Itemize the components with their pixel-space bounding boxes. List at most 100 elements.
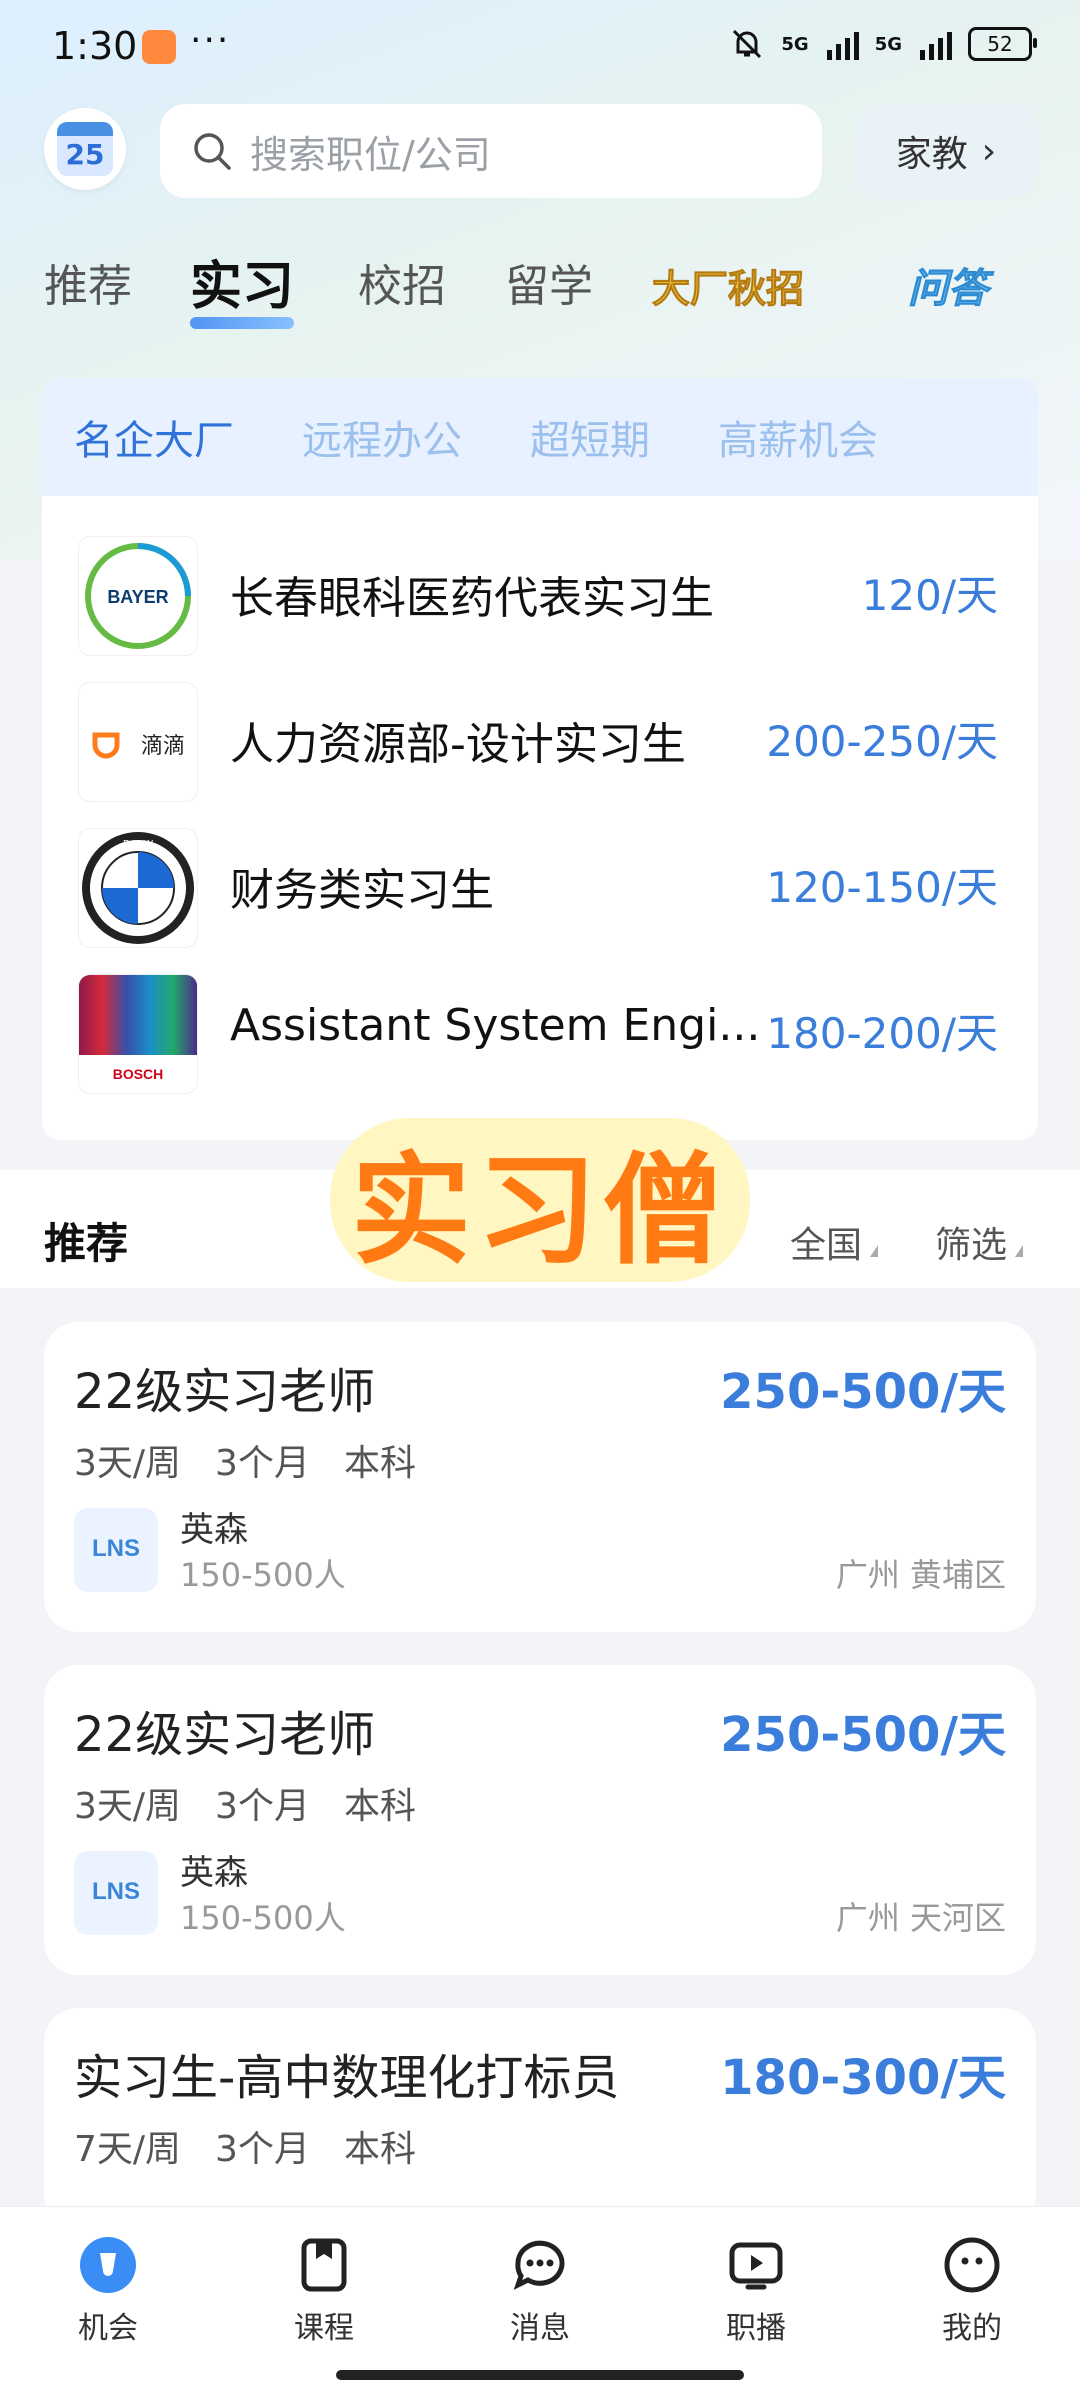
featured-title: Assistant System Engi...: [230, 1000, 761, 1051]
company-size: 150-500人: [180, 1556, 346, 1594]
nav-profile[interactable]: 我的: [902, 2235, 1042, 2347]
company-logo: LNS: [74, 1508, 158, 1592]
featured-pay: 120-150/天: [766, 863, 998, 912]
featured-row[interactable]: B M W 财务类实习生 120-150/天: [42, 810, 1038, 950]
nav-label: 消息: [510, 2311, 570, 2346]
featured-pay: 180-200/天: [766, 1009, 998, 1058]
featured-pay: 200-250/天: [766, 717, 998, 766]
tab-internship[interactable]: 实习: [190, 244, 295, 329]
job-card[interactable]: 22级实习老师 250-500/天 3天/周 3个月 本科 LNS 英森 150…: [44, 1665, 1036, 1975]
dropdown-triangle-icon: [1015, 1245, 1024, 1257]
nav-live[interactable]: 职播: [686, 2235, 826, 2347]
subtab-remote[interactable]: 远程办公: [302, 408, 462, 466]
company-name: 英森: [180, 1510, 248, 1550]
nav-course[interactable]: 课程: [254, 2235, 394, 2347]
job-tags: 3天/周 3个月 本科: [74, 1434, 416, 1486]
didi-logo-text: 滴滴: [141, 734, 185, 759]
job-tag: 3天/周: [74, 1786, 182, 1827]
battery-icon: 52: [968, 27, 1037, 61]
recommend-title: 推荐: [44, 1219, 129, 1268]
status-bar: 1:30 ··· 5G 5G 52: [0, 0, 1080, 100]
job-title: 22级实习老师: [74, 1707, 376, 1763]
tab-campus[interactable]: 校招: [358, 250, 446, 314]
opportunity-icon: [78, 2235, 138, 2295]
nav-label: 职播: [726, 2311, 786, 2346]
featured-title: 财务类实习生: [230, 865, 494, 916]
nav-label: 机会: [78, 2311, 138, 2346]
job-tag: 3个月: [215, 2129, 310, 2170]
bayer-logo-text: BAYER: [107, 587, 168, 607]
job-pay: 180-300/天: [720, 2050, 1006, 2106]
search-placeholder: 搜索职位/公司: [250, 132, 491, 177]
featured-title: 人力资源部-设计实习生: [230, 719, 686, 770]
status-time: 1:30: [52, 24, 138, 68]
signal-icon-1: [826, 28, 859, 60]
tutor-button[interactable]: 家教 ›: [856, 104, 1036, 198]
tab-autumn-recruit[interactable]: 大厂秋招: [651, 258, 804, 313]
calendar-day: 25: [65, 138, 105, 171]
message-icon: [510, 2235, 570, 2295]
live-icon: [726, 2235, 786, 2295]
status-icons: 5G 5G 52: [729, 26, 1037, 62]
region-filter[interactable]: 全国: [790, 1216, 879, 1268]
subtab-short-term[interactable]: 超短期: [530, 408, 650, 466]
mute-bell-icon: [729, 26, 765, 62]
job-tags: 7天/周 3个月 本科: [74, 2120, 416, 2172]
subtab-high-pay[interactable]: 高薪机会: [718, 408, 878, 466]
dropdown-triangle-icon: [870, 1245, 879, 1257]
job-tag: 本科: [343, 2129, 416, 2170]
company-logo: LNS: [74, 1851, 158, 1935]
featured-subtabs: 名企大厂 远程办公 超短期 高薪机会: [42, 378, 1038, 496]
brand-watermark: 实习僧: [330, 1118, 750, 1282]
category-tabs: 推荐 实习 校招 留学 大厂秋招 问答: [0, 250, 1080, 330]
tab-qa[interactable]: 问答: [908, 256, 989, 314]
signal-icon-2: [920, 28, 952, 60]
network-label-2: 5G: [874, 33, 902, 55]
job-location: 广州 黄埔区: [835, 1556, 1006, 1594]
company-name: 英森: [180, 1853, 248, 1893]
tab-study-abroad[interactable]: 留学: [505, 250, 593, 314]
job-tag: 本科: [343, 1443, 416, 1484]
bayer-logo: BAYER: [78, 536, 198, 656]
job-tag: 本科: [343, 1786, 416, 1827]
nav-message[interactable]: 消息: [470, 2235, 610, 2347]
chevron-right-icon: ›: [981, 130, 997, 172]
more-notifications-icon: ···: [190, 20, 231, 61]
filter-button[interactable]: 筛选: [935, 1216, 1024, 1268]
job-title: 22级实习老师: [74, 1364, 376, 1420]
calendar-checkin-button[interactable]: 25: [44, 108, 126, 190]
bosch-logo-text: BOSCH: [112, 1066, 164, 1082]
filter-label: 筛选: [935, 1225, 1008, 1266]
job-title: 实习生-高中数理化打标员: [74, 2050, 620, 2106]
featured-row[interactable]: BOSCH Assistant System Engi... 180-200/天: [42, 956, 1038, 1096]
job-pay: 250-500/天: [720, 1707, 1006, 1763]
battery-level: 52: [987, 32, 1013, 56]
featured-row[interactable]: 滴滴 人力资源部-设计实习生 200-250/天: [42, 664, 1038, 804]
job-location: 广州 天河区: [835, 1899, 1006, 1937]
region-filter-label: 全国: [790, 1225, 863, 1266]
job-pay: 250-500/天: [720, 1364, 1006, 1420]
job-tag: 3天/周: [74, 1443, 182, 1484]
featured-title: 长春眼科医药代表实习生: [230, 573, 714, 624]
network-label-1: 5G: [781, 33, 809, 55]
job-card[interactable]: 22级实习老师 250-500/天 3天/周 3个月 本科 LNS 英森 150…: [44, 1322, 1036, 1632]
job-card[interactable]: 实习生-高中数理化打标员 180-300/天 7天/周 3个月 本科: [44, 2008, 1036, 2228]
app-notification-icon: [142, 30, 176, 64]
search-input[interactable]: 搜索职位/公司: [160, 104, 822, 198]
course-icon: [294, 2235, 354, 2295]
home-indicator[interactable]: [336, 2370, 744, 2380]
job-tag: 3个月: [215, 1786, 310, 1827]
svg-text:LNS: LNS: [92, 1535, 140, 1562]
profile-icon: [942, 2235, 1002, 2295]
featured-row[interactable]: BAYER 长春眼科医药代表实习生 120/天: [42, 518, 1038, 658]
nav-label: 我的: [942, 2311, 1002, 2346]
nav-opportunity[interactable]: 机会: [38, 2235, 178, 2347]
nav-label: 课程: [294, 2311, 354, 2346]
job-tags: 3天/周 3个月 本科: [74, 1777, 416, 1829]
svg-text:LNS: LNS: [92, 1878, 140, 1905]
tab-recommend[interactable]: 推荐: [44, 250, 132, 314]
bmw-logo: B M W: [78, 828, 198, 948]
job-tag: 3个月: [215, 1443, 310, 1484]
subtab-top-companies[interactable]: 名企大厂: [74, 408, 234, 466]
bmw-logo-text: B M W: [123, 839, 154, 850]
